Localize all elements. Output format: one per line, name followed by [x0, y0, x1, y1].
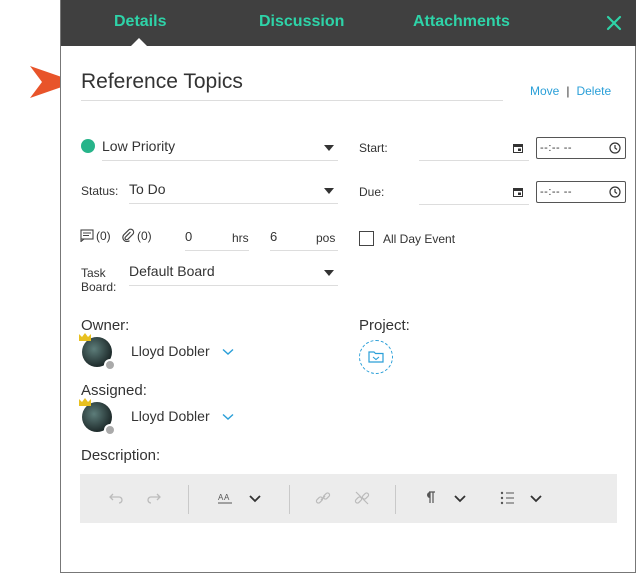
clock-icon[interactable] — [609, 142, 621, 154]
calendar-icon[interactable] — [513, 187, 523, 197]
paragraph-icon[interactable] — [421, 488, 441, 508]
presence-status-dot — [104, 424, 116, 436]
task-board-label-line1: Task — [81, 266, 106, 280]
task-detail-screen: Details Discussion Attachments Reference… — [0, 0, 636, 573]
chevron-down-icon — [324, 270, 334, 276]
all-day-checkbox[interactable] — [359, 231, 374, 246]
comment-icon[interactable] — [80, 229, 94, 242]
due-label: Due: — [359, 185, 385, 199]
move-link[interactable]: Move — [530, 84, 559, 98]
toolbar-divider — [188, 485, 189, 514]
hours-unit: hrs — [232, 231, 249, 245]
add-project-button[interactable] — [359, 340, 393, 374]
status-label: Status: — [81, 184, 119, 198]
priority-color-dot — [81, 139, 95, 153]
close-icon[interactable] — [605, 14, 623, 32]
toolbar-divider — [395, 485, 396, 514]
position-input[interactable]: 6 pos — [270, 227, 338, 251]
assigned-label: Assigned: — [81, 382, 147, 399]
link-icon[interactable] — [313, 488, 333, 508]
delete-link[interactable]: Delete — [576, 84, 611, 98]
status-value: To Do — [129, 181, 166, 197]
chevron-down-icon — [324, 188, 334, 194]
start-date-input[interactable] — [419, 137, 529, 161]
assigned-avatar[interactable] — [79, 398, 116, 436]
hours-value: 0 — [185, 229, 193, 244]
attachment-count: (0) — [137, 229, 152, 243]
clock-icon[interactable] — [609, 186, 621, 198]
folder-icon — [368, 351, 384, 363]
all-day-label: All Day Event — [383, 232, 456, 246]
redo-icon[interactable] — [145, 488, 165, 508]
svg-text:A: A — [224, 493, 230, 502]
tab-discussion[interactable]: Discussion — [259, 0, 344, 46]
project-label: Project: — [359, 317, 410, 334]
paperclip-icon[interactable] — [121, 228, 135, 242]
crown-icon — [79, 398, 91, 406]
actions-separator: | — [566, 84, 570, 98]
position-value: 6 — [270, 229, 278, 244]
comment-count: (0) — [96, 229, 111, 243]
hours-input[interactable]: 0 hrs — [185, 227, 249, 251]
owner-avatar[interactable] — [79, 333, 116, 371]
task-board-label-line2: Board: — [81, 280, 117, 294]
presence-status-dot — [104, 359, 116, 371]
undo-icon[interactable] — [105, 488, 125, 508]
priority-select[interactable]: Low Priority — [102, 135, 338, 161]
status-select[interactable]: To Do — [129, 178, 338, 204]
title-actions: Move | Delete — [530, 84, 611, 98]
start-time-input[interactable]: --:-- -- — [536, 137, 626, 159]
task-title[interactable]: Reference Topics — [81, 70, 503, 101]
tab-bar: Details Discussion Attachments — [61, 0, 636, 46]
chevron-down-icon — [324, 145, 334, 151]
task-board-label: Task Board: — [81, 266, 116, 294]
start-label: Start: — [359, 141, 388, 155]
active-tab-indicator — [131, 38, 147, 46]
task-board-select[interactable]: Default Board — [129, 260, 338, 286]
chevron-down-icon[interactable] — [526, 488, 546, 508]
toolbar-divider — [289, 485, 290, 514]
chevron-down-icon[interactable] — [222, 413, 234, 421]
chevron-down-icon[interactable] — [222, 348, 234, 356]
assigned-name[interactable]: Lloyd Dobler — [131, 408, 210, 424]
start-time-value: --:-- -- — [540, 142, 573, 154]
due-date-input[interactable] — [419, 181, 529, 205]
owner-label: Owner: — [81, 317, 130, 334]
description-toolbar: AA — [80, 474, 617, 523]
chevron-down-icon[interactable] — [450, 488, 470, 508]
task-board-value: Default Board — [129, 263, 215, 279]
chevron-down-icon[interactable] — [245, 488, 265, 508]
crown-icon — [79, 333, 91, 341]
tab-attachments[interactable]: Attachments — [413, 0, 510, 46]
description-label: Description: — [81, 447, 161, 464]
unlink-icon[interactable] — [352, 488, 372, 508]
calendar-icon[interactable] — [513, 143, 523, 153]
task-detail-panel: Details Discussion Attachments Reference… — [60, 0, 636, 573]
list-icon[interactable] — [498, 488, 518, 508]
due-time-value: --:-- -- — [540, 186, 573, 198]
font-size-icon[interactable]: AA — [216, 488, 236, 508]
owner-name[interactable]: Lloyd Dobler — [131, 343, 210, 359]
priority-value: Low Priority — [102, 138, 176, 154]
due-time-input[interactable]: --:-- -- — [536, 181, 626, 203]
position-unit: pos — [316, 231, 336, 245]
